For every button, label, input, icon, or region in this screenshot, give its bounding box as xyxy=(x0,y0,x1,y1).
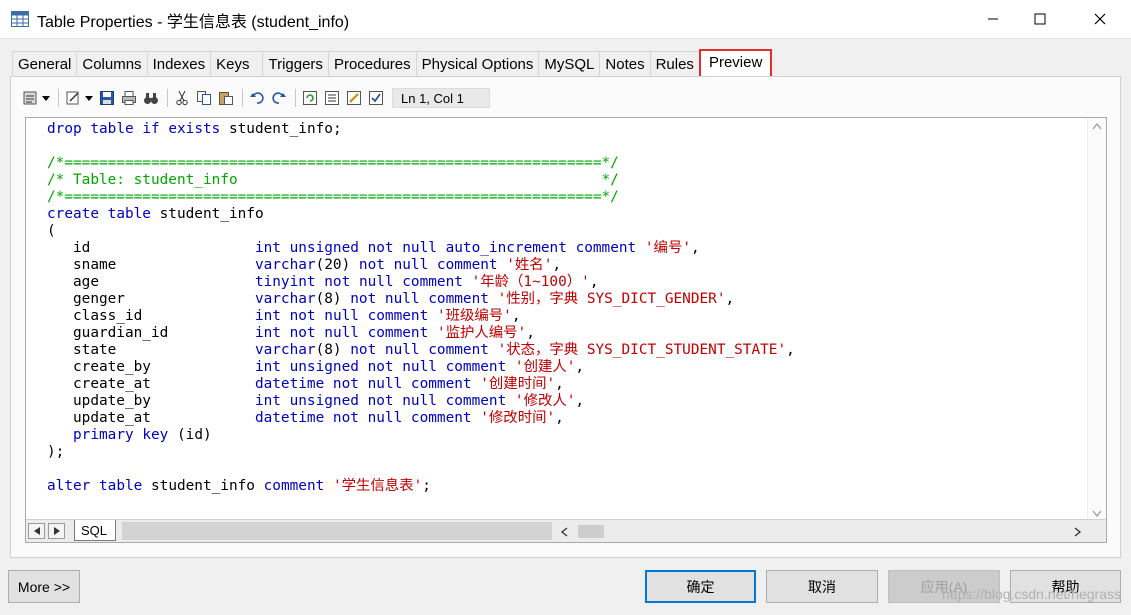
tab-mysql[interactable]: MySQL xyxy=(538,51,600,77)
maximize-icon xyxy=(1034,13,1046,25)
ok-button[interactable]: 确定 xyxy=(645,570,756,603)
cancel-button[interactable]: 取消 xyxy=(766,570,878,603)
horizontal-scrollbar[interactable] xyxy=(556,522,1088,540)
tab-physical-options[interactable]: Physical Options xyxy=(415,51,539,77)
code-line: id int unsigned not null auto_increment … xyxy=(47,240,700,256)
chevron-up-icon[interactable] xyxy=(1092,122,1102,130)
sql-editor[interactable]: drop table if exists student_info; /*===… xyxy=(25,117,1107,543)
find-button[interactable] xyxy=(141,88,161,108)
paste-icon xyxy=(219,92,233,105)
tab-notes[interactable]: Notes xyxy=(599,51,650,77)
refresh-button[interactable] xyxy=(300,88,320,108)
tab-triggers[interactable]: Triggers xyxy=(262,51,328,77)
tab-indexes[interactable]: Indexes xyxy=(146,51,211,77)
tab-procedures[interactable]: Procedures xyxy=(327,51,416,77)
separator xyxy=(295,89,296,107)
more-button[interactable]: More >> xyxy=(8,570,80,603)
code-line: alter table student_info comment '学生信息表'… xyxy=(47,478,431,494)
show-ids-button[interactable] xyxy=(322,88,342,108)
pencil-icon xyxy=(347,91,361,105)
code-line: primary key (id) xyxy=(73,427,212,443)
code-line: /* Table: student_info */ xyxy=(47,172,619,188)
tab-strip: General Columns Indexes Keys Triggers Pr… xyxy=(12,49,773,79)
redo-button[interactable] xyxy=(269,88,289,108)
preview-toolbar: Ln 1, Col 1 xyxy=(20,86,490,110)
maximize-button[interactable] xyxy=(1017,0,1063,38)
chevron-left-icon[interactable] xyxy=(560,527,568,537)
list-icon xyxy=(325,91,339,105)
tab-preview[interactable]: Preview xyxy=(698,49,773,79)
sheet-tab-sql[interactable]: SQL xyxy=(74,520,116,541)
chevron-down-icon[interactable] xyxy=(1092,510,1102,518)
close-button[interactable] xyxy=(1077,0,1123,38)
copy-button[interactable] xyxy=(194,88,214,108)
triangle-right-icon xyxy=(53,527,60,535)
vertical-scrollbar[interactable] xyxy=(1087,118,1106,522)
code-line: genger varchar(8) not null comment '性别，字… xyxy=(47,291,735,307)
title-bar: Table Properties - 学生信息表 (student_info) xyxy=(0,0,1131,39)
code-line: create_by int unsigned not null comment … xyxy=(47,359,585,375)
close-icon xyxy=(1094,13,1106,25)
code-line: ); xyxy=(47,444,65,460)
code-line: state varchar(8) not null comment '状态，字典… xyxy=(47,342,795,358)
code-line: create table student_info xyxy=(47,206,264,222)
tab-columns[interactable]: Columns xyxy=(76,51,147,77)
undo-icon xyxy=(250,92,264,104)
paste-button[interactable] xyxy=(216,88,236,108)
code-line: /*======================================… xyxy=(47,189,619,205)
tab-keys[interactable]: Keys xyxy=(210,51,263,77)
watermark: https://blog.csdn.net/hegrass xyxy=(942,586,1121,602)
properties-button[interactable] xyxy=(63,88,83,108)
minimize-button[interactable] xyxy=(970,0,1016,38)
undo-button[interactable] xyxy=(247,88,267,108)
triangle-left-icon xyxy=(33,527,40,535)
redo-icon xyxy=(272,92,286,104)
save-button[interactable] xyxy=(97,88,117,108)
edit-script-button[interactable] xyxy=(344,88,364,108)
edit-icon xyxy=(66,91,79,105)
scroll-thumb[interactable] xyxy=(578,525,604,538)
sheet-next-button[interactable] xyxy=(48,523,65,539)
window-title: Table Properties - 学生信息表 (student_info) xyxy=(37,14,350,31)
script-options-icon xyxy=(23,91,37,105)
chevron-right-icon[interactable] xyxy=(1074,527,1082,537)
code-line: guardian_id int not null comment '监护人编号'… xyxy=(47,325,535,341)
refresh-icon xyxy=(303,91,317,105)
separator xyxy=(167,89,168,107)
save-icon xyxy=(100,91,114,105)
chevron-down-icon[interactable] xyxy=(42,88,50,108)
tab-rules[interactable]: Rules xyxy=(649,51,699,77)
code-line: sname varchar(20) not null comment '姓名', xyxy=(47,257,562,273)
cut-button[interactable] xyxy=(172,88,192,108)
scissors-icon xyxy=(176,90,188,106)
separator xyxy=(242,89,243,107)
sheet-bar: SQL xyxy=(26,519,1106,542)
sheet-tab-area xyxy=(122,522,552,540)
sql-code[interactable]: drop table if exists student_info; /*===… xyxy=(47,121,795,495)
code-line: /*======================================… xyxy=(47,155,619,171)
cursor-position: Ln 1, Col 1 xyxy=(392,88,490,108)
separator xyxy=(58,89,59,107)
code-line: create_at datetime not null comment '创建时… xyxy=(47,376,564,392)
minimize-icon xyxy=(988,18,998,20)
tab-general[interactable]: General xyxy=(12,51,77,77)
code-line: update_by int unsigned not null comment … xyxy=(47,393,585,409)
code-line: drop table if exists student_info; xyxy=(47,121,342,137)
code-line: class_id int not null comment '班级编号', xyxy=(47,308,521,324)
print-button[interactable] xyxy=(119,88,139,108)
code-line: update_at datetime not null comment '修改时… xyxy=(47,410,564,426)
check-button[interactable] xyxy=(366,88,386,108)
chevron-down-icon[interactable] xyxy=(85,88,93,108)
code-line: age tinyint not null comment '年龄（1~100）'… xyxy=(47,274,599,290)
print-icon xyxy=(122,91,136,105)
binoculars-icon xyxy=(144,93,158,104)
script-options-button[interactable] xyxy=(20,88,40,108)
sheet-prev-button[interactable] xyxy=(28,523,45,539)
copy-icon xyxy=(197,91,211,105)
checkbox-icon xyxy=(369,91,383,105)
code-line: ( xyxy=(47,223,56,239)
table-icon xyxy=(11,11,29,32)
